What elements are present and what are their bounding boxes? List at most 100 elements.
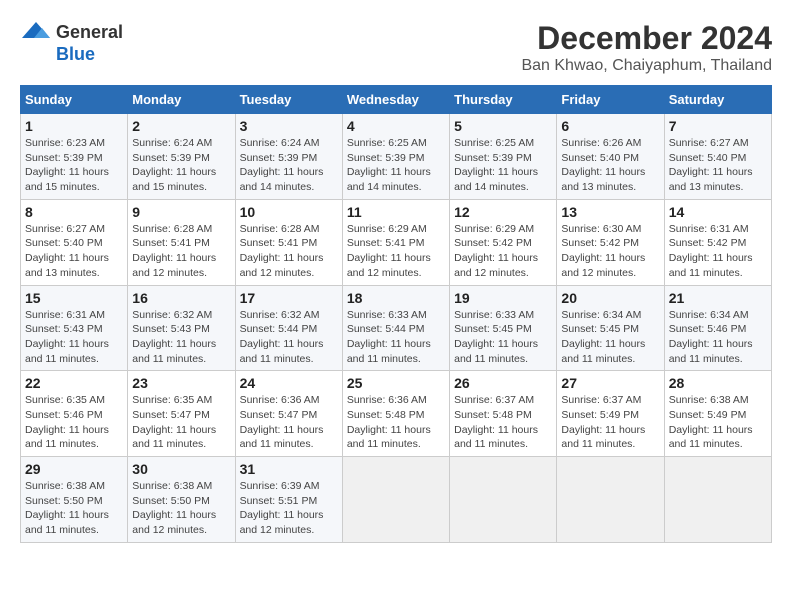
calendar-cell: 29 Sunrise: 6:38 AM Sunset: 5:50 PM Dayl… xyxy=(21,457,128,543)
day-info: Sunrise: 6:27 AM Sunset: 5:40 PM Dayligh… xyxy=(669,136,767,195)
calendar-cell: 20 Sunrise: 6:34 AM Sunset: 5:45 PM Dayl… xyxy=(557,285,664,371)
location-title: Ban Khwao, Chaiyaphum, Thailand xyxy=(521,57,772,75)
day-number: 3 xyxy=(240,118,338,134)
day-info: Sunrise: 6:31 AM Sunset: 5:43 PM Dayligh… xyxy=(25,308,123,367)
day-info: Sunrise: 6:31 AM Sunset: 5:42 PM Dayligh… xyxy=(669,222,767,281)
calendar-cell: 4 Sunrise: 6:25 AM Sunset: 5:39 PM Dayli… xyxy=(342,114,449,200)
calendar-cell: 3 Sunrise: 6:24 AM Sunset: 5:39 PM Dayli… xyxy=(235,114,342,200)
calendar-cell: 8 Sunrise: 6:27 AM Sunset: 5:40 PM Dayli… xyxy=(21,199,128,285)
day-info: Sunrise: 6:25 AM Sunset: 5:39 PM Dayligh… xyxy=(454,136,552,195)
day-info: Sunrise: 6:28 AM Sunset: 5:41 PM Dayligh… xyxy=(240,222,338,281)
calendar-cell xyxy=(664,457,771,543)
day-info: Sunrise: 6:30 AM Sunset: 5:42 PM Dayligh… xyxy=(561,222,659,281)
day-number: 12 xyxy=(454,204,552,220)
logo: General Blue xyxy=(20,20,123,65)
day-info: Sunrise: 6:34 AM Sunset: 5:45 PM Dayligh… xyxy=(561,308,659,367)
day-info: Sunrise: 6:34 AM Sunset: 5:46 PM Dayligh… xyxy=(669,308,767,367)
day-info: Sunrise: 6:24 AM Sunset: 5:39 PM Dayligh… xyxy=(240,136,338,195)
day-number: 31 xyxy=(240,461,338,477)
calendar-cell: 31 Sunrise: 6:39 AM Sunset: 5:51 PM Dayl… xyxy=(235,457,342,543)
calendar-cell: 24 Sunrise: 6:36 AM Sunset: 5:47 PM Dayl… xyxy=(235,371,342,457)
calendar-header-saturday: Saturday xyxy=(664,86,771,114)
calendar-cell: 12 Sunrise: 6:29 AM Sunset: 5:42 PM Dayl… xyxy=(450,199,557,285)
day-info: Sunrise: 6:29 AM Sunset: 5:42 PM Dayligh… xyxy=(454,222,552,281)
day-number: 21 xyxy=(669,290,767,306)
day-info: Sunrise: 6:39 AM Sunset: 5:51 PM Dayligh… xyxy=(240,479,338,538)
day-number: 23 xyxy=(132,375,230,391)
day-info: Sunrise: 6:38 AM Sunset: 5:49 PM Dayligh… xyxy=(669,393,767,452)
day-number: 20 xyxy=(561,290,659,306)
day-number: 2 xyxy=(132,118,230,134)
calendar-cell: 22 Sunrise: 6:35 AM Sunset: 5:46 PM Dayl… xyxy=(21,371,128,457)
day-number: 28 xyxy=(669,375,767,391)
day-info: Sunrise: 6:33 AM Sunset: 5:45 PM Dayligh… xyxy=(454,308,552,367)
day-number: 6 xyxy=(561,118,659,134)
day-number: 17 xyxy=(240,290,338,306)
day-info: Sunrise: 6:38 AM Sunset: 5:50 PM Dayligh… xyxy=(132,479,230,538)
day-number: 7 xyxy=(669,118,767,134)
logo-icon xyxy=(20,20,52,44)
day-info: Sunrise: 6:36 AM Sunset: 5:48 PM Dayligh… xyxy=(347,393,445,452)
calendar-cell: 26 Sunrise: 6:37 AM Sunset: 5:48 PM Dayl… xyxy=(450,371,557,457)
day-number: 24 xyxy=(240,375,338,391)
day-info: Sunrise: 6:29 AM Sunset: 5:41 PM Dayligh… xyxy=(347,222,445,281)
day-info: Sunrise: 6:38 AM Sunset: 5:50 PM Dayligh… xyxy=(25,479,123,538)
calendar-table: SundayMondayTuesdayWednesdayThursdayFrid… xyxy=(20,85,772,543)
calendar-cell: 16 Sunrise: 6:32 AM Sunset: 5:43 PM Dayl… xyxy=(128,285,235,371)
day-info: Sunrise: 6:37 AM Sunset: 5:49 PM Dayligh… xyxy=(561,393,659,452)
day-info: Sunrise: 6:32 AM Sunset: 5:43 PM Dayligh… xyxy=(132,308,230,367)
calendar-cell: 9 Sunrise: 6:28 AM Sunset: 5:41 PM Dayli… xyxy=(128,199,235,285)
header: General Blue December 2024 Ban Khwao, Ch… xyxy=(20,20,772,75)
title-section: December 2024 Ban Khwao, Chaiyaphum, Tha… xyxy=(521,20,772,75)
calendar-cell: 10 Sunrise: 6:28 AM Sunset: 5:41 PM Dayl… xyxy=(235,199,342,285)
day-number: 26 xyxy=(454,375,552,391)
logo-blue: Blue xyxy=(56,44,95,65)
calendar-cell: 15 Sunrise: 6:31 AM Sunset: 5:43 PM Dayl… xyxy=(21,285,128,371)
day-number: 4 xyxy=(347,118,445,134)
calendar-header-tuesday: Tuesday xyxy=(235,86,342,114)
day-number: 29 xyxy=(25,461,123,477)
logo-general: General xyxy=(56,22,123,43)
calendar-cell: 13 Sunrise: 6:30 AM Sunset: 5:42 PM Dayl… xyxy=(557,199,664,285)
day-info: Sunrise: 6:37 AM Sunset: 5:48 PM Dayligh… xyxy=(454,393,552,452)
day-number: 9 xyxy=(132,204,230,220)
day-number: 18 xyxy=(347,290,445,306)
day-number: 25 xyxy=(347,375,445,391)
calendar-cell: 23 Sunrise: 6:35 AM Sunset: 5:47 PM Dayl… xyxy=(128,371,235,457)
calendar-header-thursday: Thursday xyxy=(450,86,557,114)
day-info: Sunrise: 6:27 AM Sunset: 5:40 PM Dayligh… xyxy=(25,222,123,281)
calendar-header-friday: Friday xyxy=(557,86,664,114)
day-info: Sunrise: 6:23 AM Sunset: 5:39 PM Dayligh… xyxy=(25,136,123,195)
day-info: Sunrise: 6:36 AM Sunset: 5:47 PM Dayligh… xyxy=(240,393,338,452)
calendar-cell: 7 Sunrise: 6:27 AM Sunset: 5:40 PM Dayli… xyxy=(664,114,771,200)
calendar-cell: 2 Sunrise: 6:24 AM Sunset: 5:39 PM Dayli… xyxy=(128,114,235,200)
month-title: December 2024 xyxy=(521,20,772,57)
day-number: 15 xyxy=(25,290,123,306)
day-info: Sunrise: 6:35 AM Sunset: 5:46 PM Dayligh… xyxy=(25,393,123,452)
day-info: Sunrise: 6:26 AM Sunset: 5:40 PM Dayligh… xyxy=(561,136,659,195)
calendar-cell: 27 Sunrise: 6:37 AM Sunset: 5:49 PM Dayl… xyxy=(557,371,664,457)
day-number: 22 xyxy=(25,375,123,391)
calendar-header-wednesday: Wednesday xyxy=(342,86,449,114)
day-number: 27 xyxy=(561,375,659,391)
calendar-cell: 21 Sunrise: 6:34 AM Sunset: 5:46 PM Dayl… xyxy=(664,285,771,371)
calendar-cell: 25 Sunrise: 6:36 AM Sunset: 5:48 PM Dayl… xyxy=(342,371,449,457)
day-info: Sunrise: 6:32 AM Sunset: 5:44 PM Dayligh… xyxy=(240,308,338,367)
calendar-cell: 19 Sunrise: 6:33 AM Sunset: 5:45 PM Dayl… xyxy=(450,285,557,371)
day-info: Sunrise: 6:35 AM Sunset: 5:47 PM Dayligh… xyxy=(132,393,230,452)
day-info: Sunrise: 6:25 AM Sunset: 5:39 PM Dayligh… xyxy=(347,136,445,195)
day-number: 11 xyxy=(347,204,445,220)
day-number: 30 xyxy=(132,461,230,477)
calendar-cell: 28 Sunrise: 6:38 AM Sunset: 5:49 PM Dayl… xyxy=(664,371,771,457)
calendar-cell xyxy=(557,457,664,543)
day-number: 5 xyxy=(454,118,552,134)
day-number: 19 xyxy=(454,290,552,306)
calendar-cell: 14 Sunrise: 6:31 AM Sunset: 5:42 PM Dayl… xyxy=(664,199,771,285)
calendar-cell: 30 Sunrise: 6:38 AM Sunset: 5:50 PM Dayl… xyxy=(128,457,235,543)
calendar-cell: 18 Sunrise: 6:33 AM Sunset: 5:44 PM Dayl… xyxy=(342,285,449,371)
calendar-header-sunday: Sunday xyxy=(21,86,128,114)
day-number: 10 xyxy=(240,204,338,220)
calendar-header-monday: Monday xyxy=(128,86,235,114)
day-number: 1 xyxy=(25,118,123,134)
calendar-cell: 1 Sunrise: 6:23 AM Sunset: 5:39 PM Dayli… xyxy=(21,114,128,200)
